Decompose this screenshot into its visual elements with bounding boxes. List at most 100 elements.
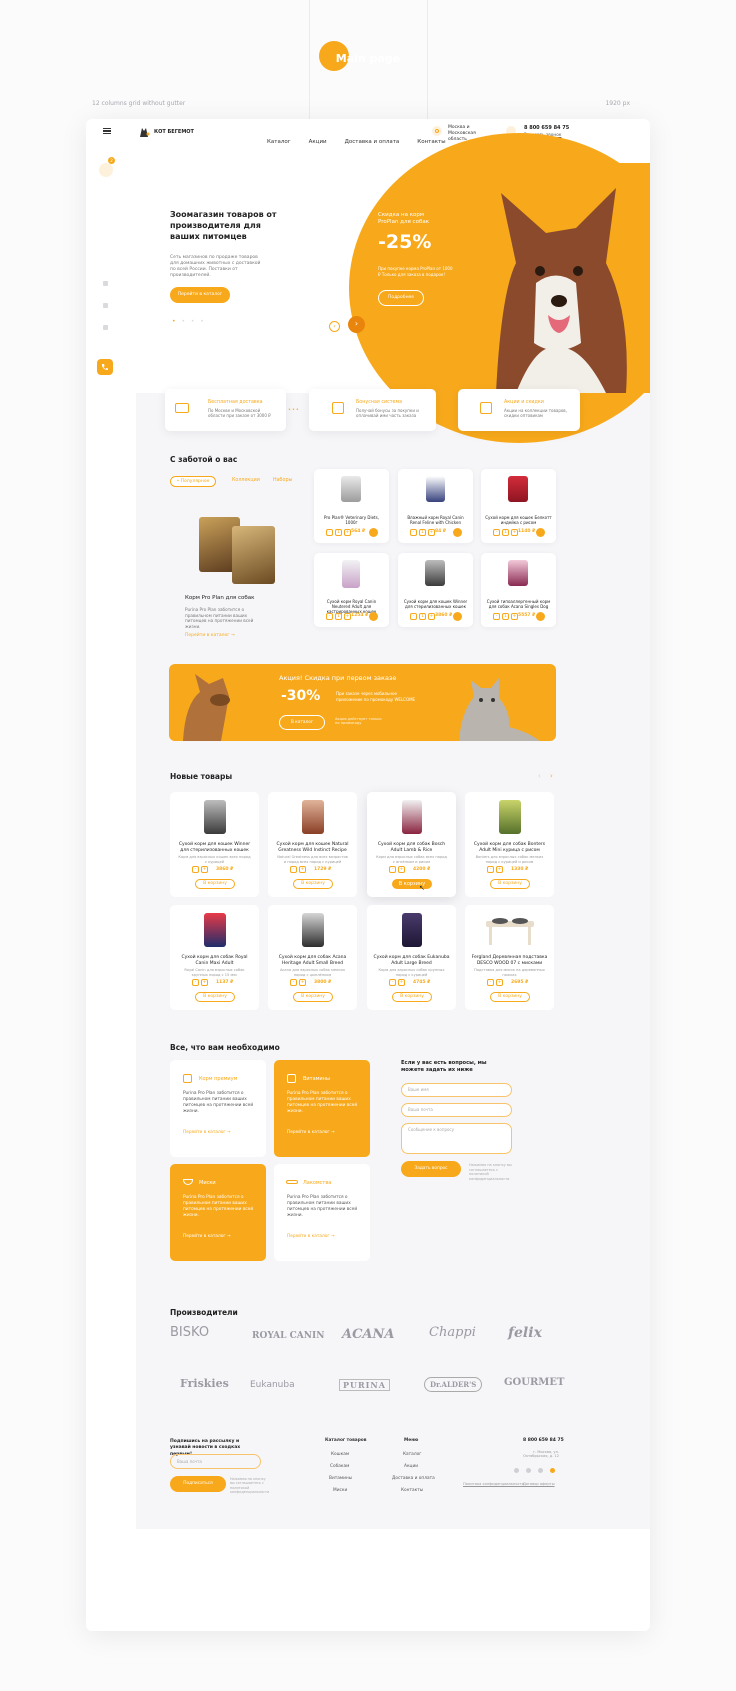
youtube-icon[interactable]	[550, 1468, 555, 1473]
facebook-icon[interactable]	[538, 1468, 543, 1473]
nav-delivery[interactable]: Доставка и оплата	[345, 139, 400, 145]
add-to-cart-icon[interactable]	[369, 612, 378, 621]
quantity-stepper[interactable]: - +	[290, 979, 308, 986]
quantity-stepper[interactable]: - +	[487, 979, 505, 986]
add-to-cart-button[interactable]: В корзину	[490, 879, 530, 889]
brand-logo-friskies[interactable]: Friskies	[180, 1377, 229, 1390]
category-link[interactable]: Перейти в каталог →	[183, 1234, 231, 1239]
cat-logo-icon[interactable]	[137, 124, 151, 138]
quantity-stepper[interactable]: -1 +	[326, 529, 353, 536]
quantity-stepper[interactable]: -1 +	[326, 613, 353, 620]
footer-link[interactable]: Кошкам	[331, 1452, 349, 1457]
promo-details-button[interactable]: Подробнее	[378, 290, 424, 306]
quantity-stepper[interactable]: - +	[290, 866, 308, 873]
quantity-stepper[interactable]: - +	[192, 979, 210, 986]
tab-sets[interactable]: Наборы	[273, 478, 292, 483]
new-product-card[interactable]: Fergland Деревянная подставка DESCO WOOD…	[465, 905, 554, 1010]
quantity-stepper[interactable]: -1 +	[493, 613, 520, 620]
add-to-cart-icon[interactable]	[453, 612, 462, 621]
add-to-cart-button[interactable]: В корзину	[195, 992, 235, 1002]
brand-logo-eukanuba[interactable]: Eukanuba	[250, 1380, 295, 1390]
add-to-cart-button[interactable]: В корзину	[195, 879, 235, 889]
footer-link[interactable]: Акции	[404, 1464, 418, 1469]
facebook-icon[interactable]	[103, 303, 108, 308]
category-link[interactable]: Перейти в каталог →	[287, 1130, 335, 1135]
nav-contacts[interactable]: Контакты	[417, 139, 445, 145]
brand-logo-acana[interactable]: ACANA	[342, 1327, 395, 1342]
vk-icon[interactable]	[526, 1468, 531, 1473]
footer-link[interactable]: Витамины	[329, 1476, 352, 1481]
add-to-cart-button[interactable]: В корзину	[293, 992, 333, 1002]
tab-collections[interactable]: Коллекции	[232, 478, 260, 483]
new-product-card[interactable]: Сухой корм для собак Royal Canin Maxi Ad…	[170, 905, 259, 1010]
add-to-cart-button[interactable]: В корзину	[293, 879, 333, 889]
category-link[interactable]: Перейти в каталог →	[287, 1234, 335, 1239]
offer-link[interactable]: Договор оферты	[523, 1482, 555, 1486]
category-link[interactable]: Перейти в каталог →	[183, 1130, 231, 1135]
instagram-icon[interactable]	[103, 325, 108, 330]
product-card[interactable]: Сухой гипоаллергенный корм для собак Aca…	[481, 553, 556, 627]
category-vitamins[interactable]: Витамины Purina Pro Plan заботится о пра…	[274, 1060, 370, 1157]
footer-link[interactable]: Каталог	[403, 1452, 421, 1457]
brand-logo-purina[interactable]: PURINA	[339, 1379, 390, 1391]
hero-catalog-button[interactable]: Перейти в каталог	[170, 287, 230, 303]
subscribe-button[interactable]: Подписаться	[170, 1476, 226, 1492]
privacy-link[interactable]: Политика конфиденциальности	[463, 1482, 524, 1486]
quantity-stepper[interactable]: - +	[389, 866, 407, 873]
new-product-card[interactable]: Сухой корм для собак Bosch Adult Lamb & …	[367, 792, 456, 897]
quantity-stepper[interactable]: - +	[487, 866, 505, 873]
hero-prev-button[interactable]: ‹	[329, 321, 340, 332]
instagram-icon[interactable]	[514, 1468, 519, 1473]
featured-link[interactable]: Перейти в каталог →	[185, 633, 235, 638]
new-product-card[interactable]: Сухой корм для кошек Natural Greatness W…	[268, 792, 357, 897]
footer-link[interactable]: Миски	[333, 1488, 347, 1493]
footer-phone[interactable]: 8 800 659 84 75	[523, 1438, 564, 1443]
add-to-cart-icon[interactable]	[453, 528, 462, 537]
quantity-stepper[interactable]: -1 +	[410, 613, 437, 620]
new-product-card[interactable]: Сухой корм для собак Acana Heritage Adul…	[268, 905, 357, 1010]
add-to-cart-icon[interactable]	[536, 612, 545, 621]
add-to-cart-button[interactable]: В корзину	[392, 992, 432, 1002]
add-to-cart-icon[interactable]	[369, 528, 378, 537]
product-card[interactable]: Сухой корм для кошек Winner для стерилиз…	[398, 553, 473, 627]
brand-name[interactable]: КОТ БЕГЕМОТ	[154, 129, 194, 135]
brand-logo-dr-alders[interactable]: Dr.ALDER'S	[424, 1377, 483, 1392]
tab-popular[interactable]: • Популярное	[170, 476, 216, 487]
subscribe-email-input[interactable]: Ваша почта	[170, 1454, 261, 1469]
product-card[interactable]: Влажный корм Royal Canin Renal Feline wi…	[398, 469, 473, 543]
add-to-cart-button[interactable]: В корзину	[490, 992, 530, 1002]
footer-link[interactable]: Доставка и оплата	[392, 1476, 435, 1481]
product-card[interactable]: Pro Plan® Veterinary Diets, 1000г -1 + 56…	[314, 469, 389, 543]
email-field[interactable]: Ваша почта	[401, 1103, 512, 1117]
footer-link[interactable]: Контакты	[401, 1488, 423, 1493]
quantity-stepper[interactable]: -1 +	[493, 529, 520, 536]
quantity-stepper[interactable]: - +	[389, 979, 407, 986]
category-treats[interactable]: Лакомства Purina Pro Plan заботится о пр…	[274, 1164, 370, 1261]
brand-logo-gourmet[interactable]: GOURMET	[504, 1377, 564, 1388]
new-prev-arrow[interactable]: ‹	[538, 772, 541, 780]
nav-catalog[interactable]: Каталог	[267, 139, 291, 145]
cart-icon[interactable]	[99, 163, 113, 177]
nav-promos[interactable]: Акции	[309, 139, 327, 145]
quantity-stepper[interactable]: -1 +	[410, 529, 437, 536]
vk-icon[interactable]	[103, 281, 108, 286]
add-to-cart-icon[interactable]	[536, 528, 545, 537]
submit-question-button[interactable]: Задать вопрос	[401, 1161, 461, 1177]
message-field[interactable]: Сообщение к вопросу	[401, 1123, 512, 1154]
add-to-cart-button[interactable]: В корзину	[392, 879, 432, 889]
brand-logo-bisko[interactable]: BISKO	[170, 1325, 209, 1340]
category-premium-food[interactable]: Корм премиум Purina Pro Plan заботится о…	[170, 1060, 266, 1157]
header-phone[interactable]: 8 800 659 84 75	[524, 125, 569, 131]
hero-slider-dots[interactable]: • • • •	[172, 318, 206, 325]
brand-logo-chappi[interactable]: Chappi	[429, 1325, 476, 1340]
category-bowls[interactable]: Миски Purina Pro Plan заботится о правил…	[170, 1164, 266, 1261]
product-card[interactable]: Сухой корм Royal Canin Neutered Adult дл…	[314, 553, 389, 627]
product-card[interactable]: Сухой корм для кошек Белкотт индейка с р…	[481, 469, 556, 543]
new-product-card[interactable]: Сухой корм для собак Bonters Adult Mini …	[465, 792, 554, 897]
call-button[interactable]	[97, 359, 113, 375]
banner-catalog-button[interactable]: В каталог	[279, 715, 325, 730]
new-next-arrow[interactable]: ›	[550, 772, 553, 780]
new-product-card[interactable]: Сухой корм для кошек Winner для стерилиз…	[170, 792, 259, 897]
brand-logo-royal-canin[interactable]: ROYAL CANIN	[252, 1331, 324, 1341]
hero-next-button[interactable]: ›	[348, 316, 365, 333]
